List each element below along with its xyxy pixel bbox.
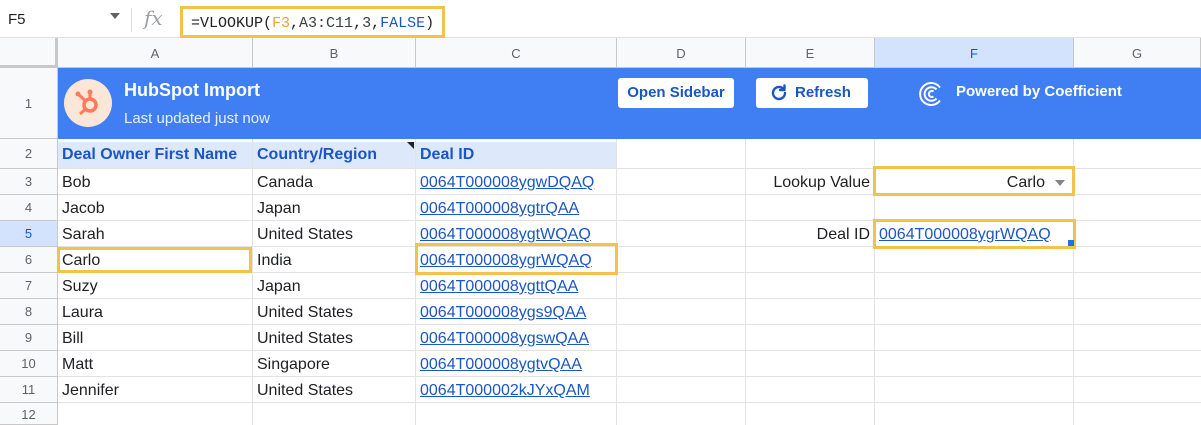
cell-c8[interactable]: 0064T000008ygs9QAA <box>416 300 616 325</box>
column-header-g[interactable]: G <box>1074 38 1201 68</box>
formula-part: , <box>290 15 300 32</box>
formula-bar: F5 fx =VLOOKUP(F3,A3:C11,3,FALSE) <box>0 0 1201 38</box>
column-header-a[interactable]: A <box>58 38 253 68</box>
row-header-3[interactable]: 3 <box>0 169 58 195</box>
cell-b11[interactable]: United States <box>253 378 415 403</box>
refresh-icon <box>771 84 787 101</box>
cell-b3[interactable]: Canada <box>253 170 415 195</box>
cell-a3[interactable]: Bob <box>58 170 252 195</box>
cell-c11[interactable]: 0064T000002kJYxQAM <box>416 378 616 403</box>
cell-a10[interactable]: Matt <box>58 352 252 377</box>
formula-ref-range: A3:C11 <box>299 15 354 32</box>
cell-b7[interactable]: Japan <box>253 274 415 299</box>
lookup-value-label[interactable]: Lookup Value <box>746 170 874 195</box>
header-cell-b[interactable]: Country/Region <box>253 142 415 168</box>
coefficient-logo-icon <box>918 81 944 112</box>
row-header-2[interactable]: 2 <box>0 139 58 169</box>
cell-c5[interactable]: 0064T000008ygtWQAQ <box>416 222 616 247</box>
fill-handle[interactable] <box>1068 240 1074 246</box>
header-cell-a[interactable]: Deal Owner First Name <box>58 142 252 168</box>
cell-note-marker-icon[interactable] <box>407 142 414 149</box>
refresh-label: Refresh <box>795 84 851 101</box>
cell-c7[interactable]: 0064T000008ygttQAA <box>416 274 616 299</box>
formula-part: =VLOOKUP( <box>191 15 273 32</box>
row-header-11[interactable]: 11 <box>0 377 58 403</box>
formula-bool: FALSE <box>380 15 426 32</box>
cell-c6[interactable]: 0064T000008ygrWQAQ <box>416 248 616 273</box>
cell-a7[interactable]: Suzy <box>58 274 252 299</box>
formula-bar-divider <box>131 8 132 32</box>
cell-b10[interactable]: Singapore <box>253 352 415 377</box>
cell-a5[interactable]: Sarah <box>58 222 252 247</box>
column-header-e[interactable]: E <box>746 38 875 68</box>
column-header-f[interactable]: F <box>875 38 1074 68</box>
cell-b5[interactable]: United States <box>253 222 415 247</box>
formula-ref-lookup: F3 <box>272 15 291 32</box>
powered-by-text: Powered by Coefficient <box>956 83 1122 100</box>
select-all-corner[interactable] <box>0 38 58 68</box>
column-header-c[interactable]: C <box>416 38 617 68</box>
row-header-12[interactable]: 12 <box>0 403 58 425</box>
dropdown-arrow-icon[interactable] <box>1055 180 1065 186</box>
cell-b8[interactable]: United States <box>253 300 415 325</box>
cell-a4[interactable]: Jacob <box>58 196 252 221</box>
banner-subtitle: Last updated just now <box>124 110 270 127</box>
header-cell-c[interactable]: Deal ID <box>416 142 616 168</box>
cell-a6[interactable]: Carlo <box>58 248 252 273</box>
formula-input[interactable]: =VLOOKUP(F3,A3:C11,3,FALSE) <box>180 6 446 38</box>
active-cell-selection <box>874 220 1075 248</box>
hubspot-logo-icon <box>64 79 112 127</box>
deal-id-label[interactable]: Deal ID <box>746 222 874 247</box>
name-box[interactable]: F5 <box>0 6 130 34</box>
row-header-7[interactable]: 7 <box>0 273 58 299</box>
formula-part: , <box>353 15 363 32</box>
cell-b9[interactable]: United States <box>253 326 415 351</box>
grid-line <box>58 168 1201 169</box>
cell-a8[interactable]: Laura <box>58 300 252 325</box>
name-box-dropdown-icon[interactable] <box>110 13 120 19</box>
formula-part: ) <box>425 15 435 32</box>
refresh-button[interactable]: Refresh <box>756 78 868 108</box>
row-header-1[interactable]: 1 <box>0 68 58 139</box>
row-header-4[interactable]: 4 <box>0 195 58 221</box>
open-sidebar-button[interactable]: Open Sidebar <box>618 78 734 108</box>
row-header-8[interactable]: 8 <box>0 299 58 325</box>
formula-part: , <box>371 15 381 32</box>
banner-title: HubSpot Import <box>124 80 260 100</box>
grid-line <box>616 139 617 425</box>
cell-c4[interactable]: 0064T000008ygtrQAA <box>416 196 616 221</box>
cell-b6[interactable]: India <box>253 248 415 273</box>
cell-c10[interactable]: 0064T000008ygtvQAA <box>416 352 616 377</box>
cell-c9[interactable]: 0064T000008ygswQAA <box>416 326 616 351</box>
row-header-5[interactable]: 5 <box>0 221 58 247</box>
cell-b4[interactable]: Japan <box>253 196 415 221</box>
column-header-b[interactable]: B <box>253 38 416 68</box>
formula-col-index: 3 <box>362 15 372 32</box>
cell-c3[interactable]: 0064T000008ygwDQAQ <box>416 170 616 195</box>
fx-icon: fx <box>144 6 163 30</box>
row-header-6[interactable]: 6 <box>0 247 58 273</box>
cell-a9[interactable]: Bill <box>58 326 252 351</box>
cell-a11[interactable]: Jennifer <box>58 378 252 403</box>
column-header-d[interactable]: D <box>617 38 746 68</box>
lookup-value-dropdown[interactable]: Carlo <box>875 170 1073 195</box>
row-header-9[interactable]: 9 <box>0 325 58 351</box>
row-header-10[interactable]: 10 <box>0 351 58 377</box>
grid-line <box>1073 139 1074 425</box>
